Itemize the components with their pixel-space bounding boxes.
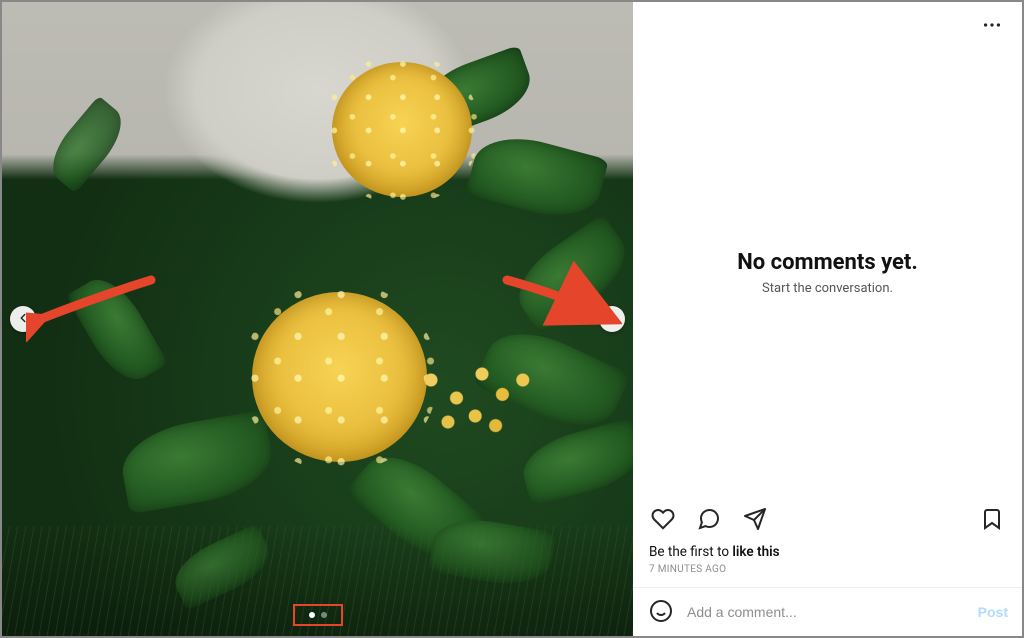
share-button[interactable]	[739, 503, 771, 538]
carousel-next-button[interactable]	[599, 306, 625, 332]
comment-form: Post	[633, 588, 1022, 636]
comment-input[interactable]	[687, 604, 966, 620]
carousel-dot[interactable]	[309, 612, 315, 618]
side-panel: No comments yet. Start the conversation.	[633, 2, 1022, 636]
carousel-dots	[299, 608, 337, 622]
comments-empty-subtitle: Start the conversation.	[762, 281, 893, 296]
post-timestamp: 7 MINUTES AGO	[633, 562, 1022, 587]
chevron-right-icon	[605, 311, 619, 328]
post-actions	[633, 495, 1022, 542]
likes-prefix: Be the first to	[649, 544, 732, 560]
chevron-left-icon	[16, 311, 30, 328]
comments-empty-state: No comments yet. Start the conversation.	[633, 50, 1022, 495]
share-icon	[743, 507, 767, 534]
likes-emphasis: like this	[732, 544, 779, 560]
post-modal: No comments yet. Start the conversation.	[0, 0, 1024, 638]
carousel-dot[interactable]	[321, 612, 327, 618]
bookmark-icon	[980, 507, 1004, 534]
save-button[interactable]	[976, 503, 1008, 538]
more-options-button[interactable]	[976, 10, 1008, 42]
media-panel	[2, 2, 633, 636]
more-horizontal-icon	[981, 14, 1003, 39]
post-comment-button[interactable]: Post	[978, 604, 1008, 620]
side-header	[633, 2, 1022, 50]
comment-icon	[697, 507, 721, 534]
emoji-picker-button[interactable]	[647, 598, 675, 626]
carousel-prev-button[interactable]	[10, 306, 36, 332]
comments-empty-title: No comments yet.	[737, 250, 917, 275]
like-button[interactable]	[647, 503, 679, 538]
comment-button[interactable]	[693, 503, 725, 538]
smile-icon	[649, 599, 673, 626]
heart-icon	[651, 507, 675, 534]
likes-row[interactable]: Be the first to like this	[633, 542, 1022, 562]
post-photo[interactable]	[2, 2, 633, 636]
